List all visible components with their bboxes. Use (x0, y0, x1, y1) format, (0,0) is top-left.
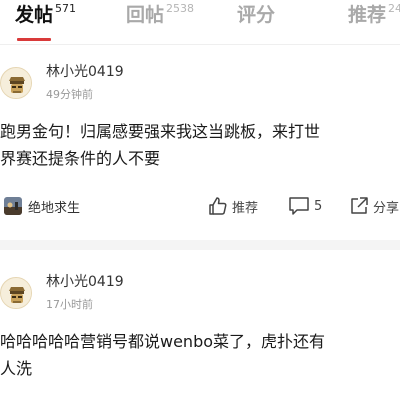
topic-tag[interactable]: 绝地求生 (4, 196, 80, 216)
comment-icon (289, 197, 309, 215)
thumbs-up-icon (209, 197, 227, 215)
comment-count: 5 (314, 198, 323, 214)
tab-posts[interactable]: 发帖 571 (15, 2, 76, 30)
share-label: 分享 (373, 200, 400, 216)
tab-recommend[interactable]: 推荐 24 (348, 2, 400, 30)
post-content-line: 哈哈哈哈哈营销号都说wenbo菜了，虎扑还有 (0, 332, 326, 351)
post-separator (0, 240, 400, 250)
post-content-line: 人洗 (0, 359, 33, 378)
recommend-button[interactable]: 推荐 (208, 195, 258, 217)
topic-label: 绝地求生 (28, 200, 81, 216)
post-content[interactable]: 跑男金句！归属感要强来我这当跳板，来打世 界赛还提条件的人不要 (0, 118, 400, 172)
tab-replies-count: 2538 (166, 2, 195, 15)
tab-posts-count: 571 (55, 2, 77, 15)
game-thumbnail-icon (4, 197, 22, 215)
author-avatar[interactable] (0, 277, 32, 309)
post-footer: 绝地求生 推荐 5 分享 (0, 190, 400, 222)
tab-replies[interactable]: 回帖 2538 (126, 2, 194, 30)
tab-posts-label: 发帖 (15, 4, 54, 26)
tabs-divider (0, 44, 400, 45)
post-content-line: 跑男金句！归属感要强来我这当跳板，来打世 (0, 122, 321, 141)
recommend-label: 推荐 (232, 200, 259, 216)
post-content[interactable]: 哈哈哈哈哈营销号都说wenbo菜了，虎扑还有 人洗 (0, 328, 400, 382)
avatar-illustration-icon (1, 68, 31, 98)
profile-tabs: 发帖 571 回帖 2538 评分 推荐 24 (0, 0, 400, 44)
author-name[interactable]: 林小光0419 (46, 63, 124, 81)
avatar-illustration-icon (1, 278, 31, 308)
comment-button[interactable]: 5 (288, 195, 322, 217)
tab-recommend-count: 24 (388, 2, 400, 15)
active-tab-indicator (17, 38, 51, 41)
share-button[interactable]: 分享 (349, 195, 399, 217)
tab-replies-label: 回帖 (126, 4, 165, 26)
tab-ratings-label: 评分 (237, 4, 276, 26)
author-name[interactable]: 林小光0419 (46, 273, 124, 291)
tab-ratings[interactable]: 评分 (237, 2, 275, 30)
post-time: 49分钟前 (46, 88, 93, 101)
post-content-line: 界赛还提条件的人不要 (0, 149, 161, 168)
author-avatar[interactable] (0, 67, 32, 99)
post-time: 17小时前 (46, 298, 93, 311)
tab-recommend-label: 推荐 (348, 4, 387, 26)
share-icon (351, 197, 368, 214)
